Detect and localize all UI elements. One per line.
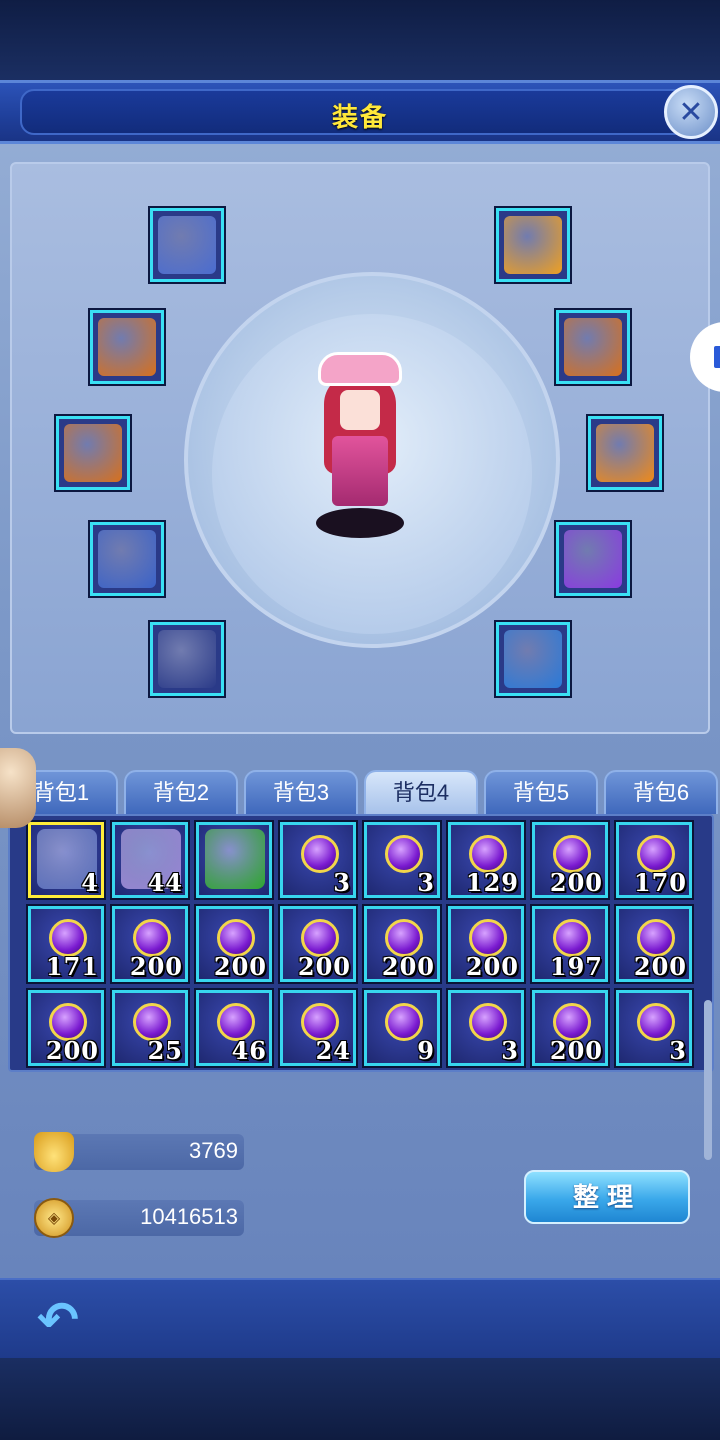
coin-icon: ◈ bbox=[34, 1198, 74, 1238]
item-count: 24 bbox=[315, 1036, 351, 1065]
bag-slot[interactable]: 9 bbox=[362, 988, 442, 1068]
sort-button[interactable]: 整理 bbox=[524, 1170, 690, 1224]
tab-bag-5[interactable]: 背包5 bbox=[484, 770, 598, 814]
top-background bbox=[0, 0, 720, 82]
item-count: 9 bbox=[417, 1036, 435, 1065]
green-rune-icon bbox=[205, 829, 265, 889]
coin-balance: ◈ 10416513 bbox=[34, 1198, 244, 1238]
bottom-background bbox=[0, 1358, 720, 1440]
boots-icon bbox=[98, 530, 156, 588]
tab-bag-6[interactable]: 背包6 bbox=[604, 770, 718, 814]
bag-slot[interactable]: 200 bbox=[278, 904, 358, 984]
bag-slot[interactable]: 200 bbox=[110, 904, 190, 984]
page-title: 装备 bbox=[331, 102, 388, 132]
item-count: 25 bbox=[147, 1036, 183, 1065]
item-count: 4 bbox=[81, 868, 99, 897]
bag-slot[interactable]: 171 bbox=[26, 904, 106, 984]
item-count: 200 bbox=[549, 868, 603, 897]
tab-bag-3[interactable]: 背包3 bbox=[244, 770, 358, 814]
jade-necklace-icon bbox=[98, 318, 156, 376]
amulet-slot[interactable] bbox=[148, 620, 226, 698]
tab-bag-4[interactable]: 背包4 bbox=[364, 770, 478, 814]
item-count: 171 bbox=[45, 952, 99, 981]
coin-value: 10416513 bbox=[140, 1204, 238, 1229]
bag-slot[interactable]: 200 bbox=[362, 904, 442, 984]
weapon-icon bbox=[158, 216, 216, 274]
character-avatar bbox=[312, 346, 408, 546]
item-count: 200 bbox=[549, 1036, 603, 1065]
bag-slot[interactable]: 24 bbox=[278, 988, 358, 1068]
bag-slot[interactable]: 200 bbox=[614, 904, 694, 984]
item-count: 200 bbox=[129, 952, 183, 981]
bag-slot[interactable]: 3 bbox=[446, 988, 526, 1068]
bag-slot[interactable]: 3 bbox=[278, 820, 358, 900]
item-count: 3 bbox=[417, 868, 435, 897]
belt-icon bbox=[596, 424, 654, 482]
bag-slot[interactable]: 25 bbox=[110, 988, 190, 1068]
hat-slot[interactable] bbox=[494, 206, 572, 284]
bag-scrollbar[interactable] bbox=[704, 1000, 712, 1160]
hat-icon bbox=[504, 216, 562, 274]
armor-slot[interactable] bbox=[54, 414, 132, 492]
close-button[interactable]: ✕ bbox=[664, 85, 718, 139]
header-bar: 装备 ✕ bbox=[0, 80, 720, 144]
armor-icon bbox=[64, 424, 122, 482]
yin-yang-orb-icon bbox=[504, 630, 562, 688]
mascot-icon[interactable] bbox=[0, 748, 36, 828]
bag-slot[interactable]: 200 bbox=[446, 904, 526, 984]
bag-slot[interactable]: 44 bbox=[110, 820, 190, 900]
boots-slot[interactable] bbox=[88, 520, 166, 598]
item-count: 3 bbox=[669, 1036, 687, 1065]
item-count: 3 bbox=[333, 868, 351, 897]
item-count: 46 bbox=[231, 1036, 267, 1065]
bag-slot[interactable]: 4 bbox=[26, 820, 106, 900]
medallion-icon bbox=[158, 630, 216, 688]
item-count: 3 bbox=[501, 1036, 519, 1065]
item-count: 170 bbox=[633, 868, 687, 897]
item-count: 200 bbox=[465, 952, 519, 981]
ingot-value: 3769 bbox=[189, 1138, 238, 1163]
robe-icon bbox=[564, 318, 622, 376]
back-arrow-icon: ↶ bbox=[37, 1292, 79, 1348]
orb-slot[interactable] bbox=[494, 620, 572, 698]
footer-bar: ↶ bbox=[0, 1278, 720, 1360]
bag-slot[interactable]: 129 bbox=[446, 820, 526, 900]
item-count: 200 bbox=[633, 952, 687, 981]
item-count: 200 bbox=[297, 952, 351, 981]
necklace-slot[interactable] bbox=[88, 308, 166, 386]
weapon-slot[interactable] bbox=[148, 206, 226, 284]
item-count: 197 bbox=[549, 952, 603, 981]
bracer-icon bbox=[564, 530, 622, 588]
robe-slot[interactable] bbox=[554, 308, 632, 386]
assistant-icon bbox=[714, 346, 720, 368]
item-count: 44 bbox=[147, 868, 183, 897]
close-icon: ✕ bbox=[678, 95, 704, 129]
bag-slot[interactable] bbox=[194, 820, 274, 900]
bracer-slot[interactable] bbox=[554, 520, 632, 598]
bag-slot[interactable]: 197 bbox=[530, 904, 610, 984]
bag-slot[interactable]: 200 bbox=[194, 904, 274, 984]
bag-slot[interactable]: 200 bbox=[530, 988, 610, 1068]
bag-slot[interactable]: 200 bbox=[530, 820, 610, 900]
belt-slot[interactable] bbox=[586, 414, 664, 492]
bag-slot[interactable]: 46 bbox=[194, 988, 274, 1068]
bag-slot[interactable]: 170 bbox=[614, 820, 694, 900]
item-count: 129 bbox=[465, 868, 519, 897]
item-count: 200 bbox=[45, 1036, 99, 1065]
bag-slot[interactable]: 3 bbox=[614, 988, 694, 1068]
bag-slot[interactable]: 200 bbox=[26, 988, 106, 1068]
back-button[interactable]: ↶ bbox=[30, 1294, 86, 1350]
item-count: 200 bbox=[213, 952, 267, 981]
ingot-balance: 3769 bbox=[34, 1132, 244, 1172]
tab-bag-2[interactable]: 背包2 bbox=[124, 770, 238, 814]
gold-ingot-icon bbox=[34, 1132, 74, 1172]
item-count: 200 bbox=[381, 952, 435, 981]
bag-slot[interactable]: 3 bbox=[362, 820, 442, 900]
bag-tabs: 背包1 背包2 背包3 背包4 背包5 背包6 bbox=[0, 770, 720, 814]
